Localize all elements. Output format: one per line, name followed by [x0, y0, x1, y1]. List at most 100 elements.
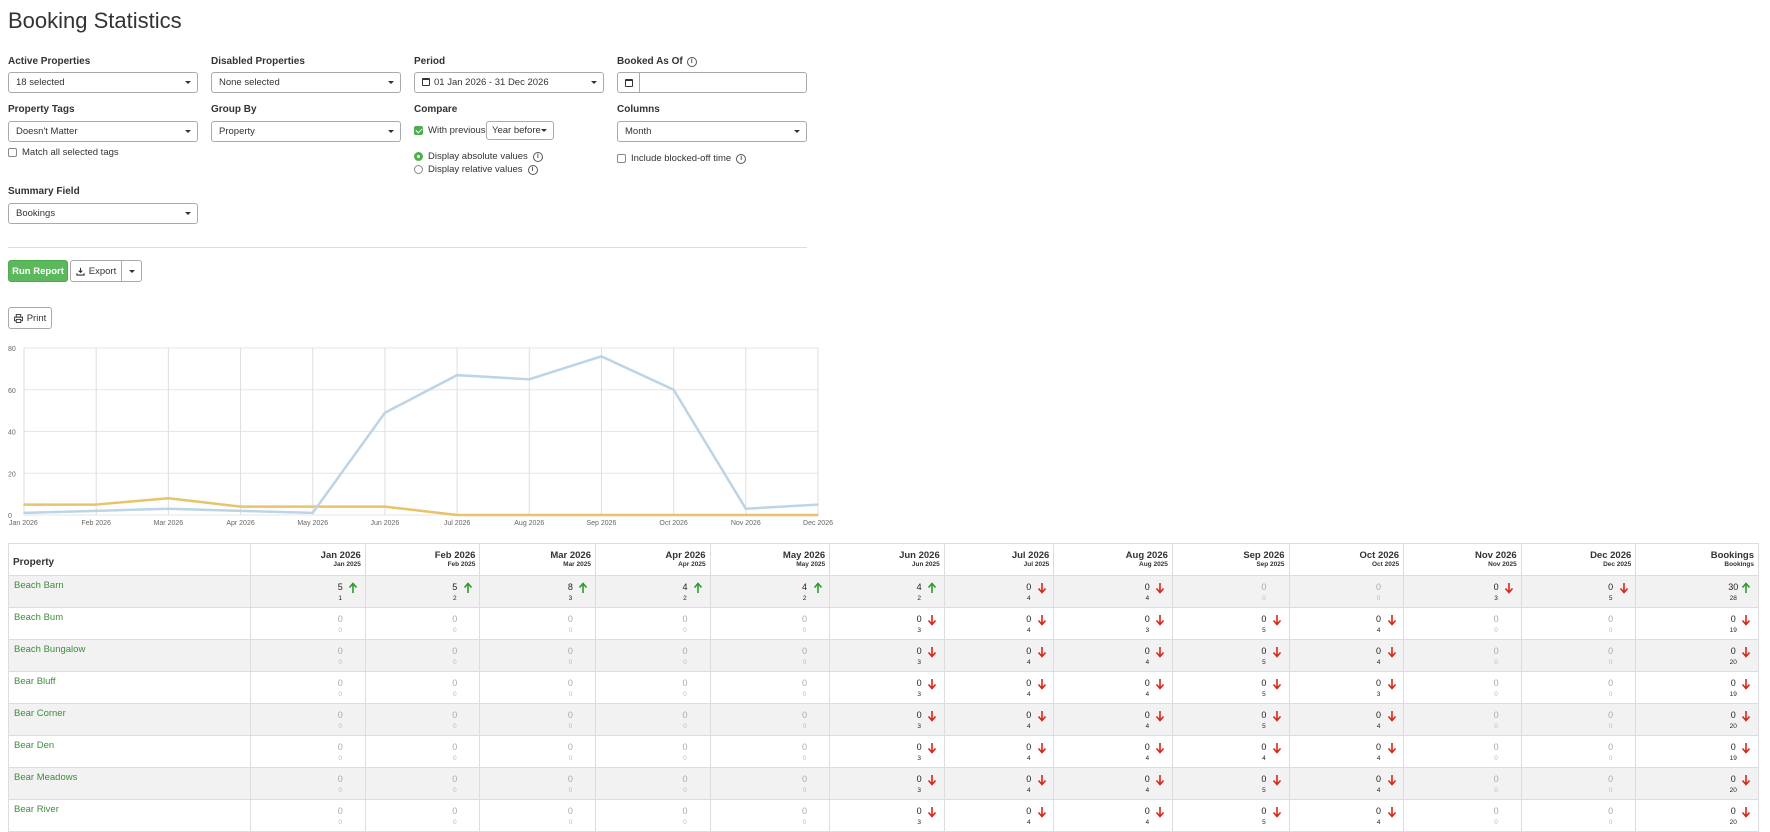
group-by-select[interactable]: Property: [211, 121, 401, 142]
summary-field-label: Summary Field: [8, 186, 80, 197]
value-cell: 42: [594, 575, 711, 608]
print-button[interactable]: Print: [8, 307, 52, 329]
booked-as-of-input[interactable]: [617, 72, 807, 93]
radio-checked-icon[interactable]: [414, 152, 423, 161]
export-button[interactable]: Export: [70, 260, 122, 282]
caret-down-icon: [185, 130, 191, 133]
arrow-down-icon: [928, 807, 937, 818]
property-tags-select[interactable]: Doesn't Matter: [8, 121, 198, 142]
current-value: 0: [1493, 678, 1499, 688]
previous-value: 3: [917, 787, 921, 794]
summary-field-select[interactable]: Bookings: [8, 203, 198, 224]
value-cell: 0 20: [1635, 703, 1759, 736]
value-cell: 00: [479, 799, 596, 832]
value-cell: 03: [829, 671, 945, 704]
value-cell: 04: [1053, 735, 1173, 768]
column-header[interactable]: Apr 2026 Apr 2025: [594, 543, 711, 576]
series-point-1: [23, 512, 25, 514]
arrow-down-icon: [1387, 775, 1396, 786]
radio-icon[interactable]: [414, 165, 423, 174]
current-value: 0: [1376, 742, 1382, 752]
with-previous-checkbox[interactable]: With previous: [414, 125, 486, 136]
series-point-0: [745, 514, 747, 516]
column-header[interactable]: Sep 2026 Sep 2025: [1171, 543, 1290, 576]
match-all-tags-checkbox[interactable]: Match all selected tags: [8, 147, 119, 158]
arrow-down-icon: [1037, 583, 1046, 594]
current-value: 0: [337, 774, 343, 784]
previous-period-select[interactable]: Year before: [486, 121, 554, 140]
column-header[interactable]: Jun 2026 Jun 2025: [829, 543, 945, 576]
property-link[interactable]: Bear River: [14, 804, 59, 815]
column-header[interactable]: Aug 2026 Aug 2025: [1053, 543, 1173, 576]
display-relative-radio[interactable]: Display relative values i: [414, 164, 538, 175]
arrow-down-icon: [1504, 583, 1514, 594]
previous-value: 20: [1729, 819, 1737, 826]
column-header[interactable]: Mar 2026 Mar 2025: [479, 543, 596, 576]
property-link[interactable]: Bear Den: [14, 740, 54, 751]
disabled-properties-select[interactable]: None selected: [211, 72, 401, 93]
value-cell: 0 19: [1635, 735, 1759, 768]
arrow-down-icon: [1742, 807, 1751, 818]
include-blocked-checkbox[interactable]: Include blocked-off time i: [617, 153, 747, 164]
table-row: Beach Bungalow 0 0 0 0 0 0 0 0 0 0 0 3 0 4 0 4 0 5 0 4 0 0 0 0 0 2…: [7, 639, 1759, 672]
column-header[interactable]: Dec 2026 Dec 2025: [1520, 543, 1637, 576]
value-cell: 51: [250, 575, 366, 608]
current-value: 0: [916, 806, 922, 816]
column-header-label: Apr 2026: [665, 550, 706, 561]
current-value: 0: [452, 678, 458, 688]
arrow-down-icon: [1037, 679, 1046, 690]
info-icon[interactable]: i: [686, 56, 697, 67]
info-icon[interactable]: i: [527, 164, 538, 175]
previous-value: 2: [683, 595, 687, 602]
current-value: 5: [337, 582, 343, 592]
property-link[interactable]: Beach Barn: [14, 580, 64, 591]
column-header-property[interactable]: Property: [7, 543, 252, 576]
columns-select[interactable]: Month: [617, 121, 807, 142]
series-point-0: [528, 514, 531, 516]
column-header[interactable]: Nov 2026 Nov 2025: [1403, 543, 1522, 576]
series-point-1: [745, 507, 747, 510]
property-link[interactable]: Bear Meadows: [14, 772, 77, 783]
property-link[interactable]: Bear Bluff: [14, 676, 56, 687]
column-header[interactable]: May 2026 May 2025: [709, 543, 831, 576]
series-point-1: [239, 510, 242, 512]
column-header[interactable]: Jan 2026 Jan 2025: [250, 543, 366, 576]
info-icon[interactable]: i: [736, 153, 747, 164]
info-icon[interactable]: i: [532, 151, 543, 162]
export-dropdown-toggle[interactable]: [121, 260, 142, 282]
run-report-button[interactable]: Run Report: [8, 260, 68, 282]
value-cell: 05: [1520, 575, 1637, 608]
column-header[interactable]: Oct 2026 Oct 2025: [1288, 543, 1405, 576]
current-value: 0: [1144, 742, 1150, 752]
value-cell: 04: [1053, 671, 1173, 704]
column-header[interactable]: Bookings Bookings: [1635, 543, 1759, 576]
checkbox-icon[interactable]: [617, 154, 626, 163]
bookings-line-chart: 0 20 40 60 80 Jan 2026 Feb 2026 Mar 2026 Apr 202…: [8, 346, 833, 527]
period-select[interactable]: 01 Jan 2026 - 31 Dec 2026: [414, 72, 604, 93]
checkbox-checked-icon[interactable]: [414, 126, 423, 135]
current-value: 0: [1144, 614, 1150, 624]
calendar-addon[interactable]: [618, 73, 640, 92]
column-header[interactable]: Jul 2026 Jul 2025: [943, 543, 1055, 576]
property-link[interactable]: Beach Bungalow: [14, 644, 85, 655]
arrow-down-icon: [1037, 615, 1046, 626]
column-header[interactable]: Feb 2026 Feb 2025: [364, 543, 481, 576]
previous-value: 20: [1729, 787, 1737, 794]
value-cell: 03: [829, 607, 945, 640]
x-tick-label: Apr 2026: [226, 520, 255, 527]
property-link[interactable]: Beach Bum: [14, 612, 63, 623]
active-properties-select[interactable]: 18 selected: [8, 72, 198, 93]
x-tick-label: Mar 2026: [154, 520, 184, 527]
current-value: 0: [1261, 774, 1267, 784]
current-value: 8: [567, 582, 573, 592]
display-absolute-radio[interactable]: Display absolute values i: [414, 151, 543, 162]
checkbox-icon[interactable]: [8, 148, 17, 157]
group-by-label: Group By: [211, 104, 257, 115]
property-link[interactable]: Bear Corner: [14, 708, 66, 719]
previous-value: 4: [1026, 595, 1031, 602]
value-cell: 00: [364, 607, 481, 640]
current-value: 0: [337, 646, 343, 656]
value-cell: 03: [1403, 575, 1522, 608]
previous-value: 19: [1729, 755, 1737, 762]
previous-value: 4: [1026, 723, 1031, 730]
